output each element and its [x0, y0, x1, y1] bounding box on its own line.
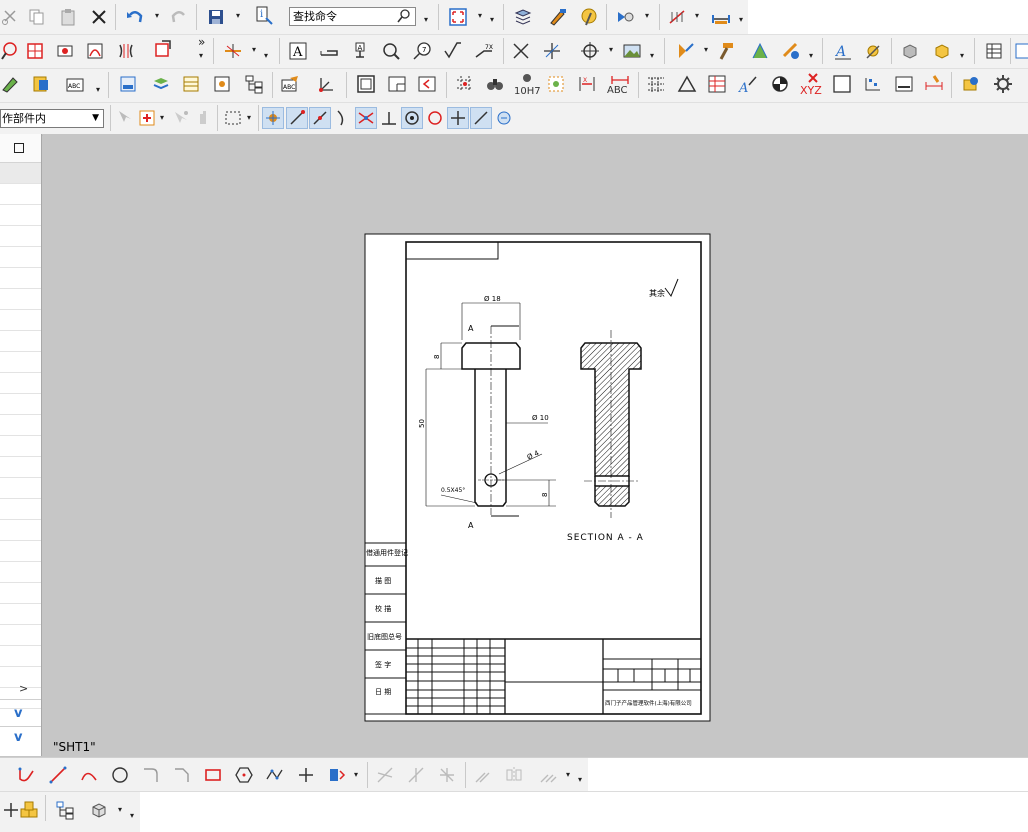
arc-icon[interactable]: [78, 764, 100, 786]
dimension-top-diameter[interactable]: Ø 18: [484, 295, 501, 303]
revision-label-6: 日 期: [375, 688, 391, 696]
pattern-curve-icon[interactable]: [537, 764, 559, 786]
rectangle-icon[interactable]: [202, 764, 224, 786]
revision-label-2: 描 图: [375, 576, 391, 585]
circle-icon[interactable]: [109, 764, 131, 786]
view-cube-icon[interactable]: [88, 799, 110, 821]
separator: [465, 762, 466, 788]
fillet-icon[interactable]: [140, 764, 162, 786]
point-icon[interactable]: [295, 764, 317, 786]
derived-line-icon[interactable]: [326, 764, 348, 786]
company-name: 西门子产品管理软件(上海)有限公司: [605, 699, 692, 707]
assembly-tree-icon[interactable]: [54, 799, 76, 821]
studio-spline-icon[interactable]: [264, 764, 286, 786]
line-icon[interactable]: [47, 764, 69, 786]
toolbar-empty-area: [588, 758, 1028, 791]
drawing-sheet[interactable]: 其余 Ø 18 A Ø 10 Ø 4 50 8 8 0.5X45° A SECT…: [0, 0, 1028, 831]
chamfer-icon[interactable]: [171, 764, 193, 786]
sketch-toolbar: ▾ ▾ ▾ ▾ ▾: [0, 757, 1028, 832]
dimension-head-height[interactable]: 8: [433, 355, 441, 359]
dimension-groove[interactable]: 8: [541, 493, 549, 497]
revision-label-5: 签 字: [375, 660, 391, 669]
revision-label-4: 旧底图总号: [367, 632, 402, 641]
revision-label-1: 借通用件登记: [366, 548, 408, 557]
section-mark-bottom: A: [468, 521, 474, 530]
quick-trim-icon[interactable]: [374, 764, 396, 786]
chevron-down-icon[interactable]: ▾: [118, 806, 126, 814]
make-corner-icon[interactable]: [436, 764, 458, 786]
chevron-down-icon[interactable]: ▾: [354, 771, 362, 779]
chevron-down-icon[interactable]: ▾: [566, 771, 574, 779]
dimension-shaft-diameter[interactable]: Ø 10: [532, 414, 549, 422]
profile-icon[interactable]: [16, 764, 38, 786]
section-title: SECTION A - A: [567, 533, 644, 543]
sheet-name-label[interactable]: "SHT1": [53, 740, 96, 754]
dimension-length[interactable]: 50: [418, 419, 426, 428]
separator: [367, 762, 368, 788]
mirror-curve-icon[interactable]: [503, 764, 525, 786]
section-mark-top: A: [468, 324, 474, 333]
separator: [45, 795, 46, 821]
toolbar-empty-area: [140, 792, 1028, 832]
roughness-note: 其余: [649, 288, 665, 298]
quick-extend-icon[interactable]: [405, 764, 427, 786]
chevron-down-icon[interactable]: ▾: [578, 776, 586, 784]
chevron-down-icon[interactable]: ▾: [130, 812, 138, 820]
polygon-icon[interactable]: [233, 764, 255, 786]
offset-curve-icon[interactable]: [472, 764, 494, 786]
dimension-chamfer[interactable]: 0.5X45°: [441, 487, 465, 494]
revision-label-3: 校 描: [375, 604, 391, 613]
assembly-components-icon[interactable]: [18, 799, 40, 821]
